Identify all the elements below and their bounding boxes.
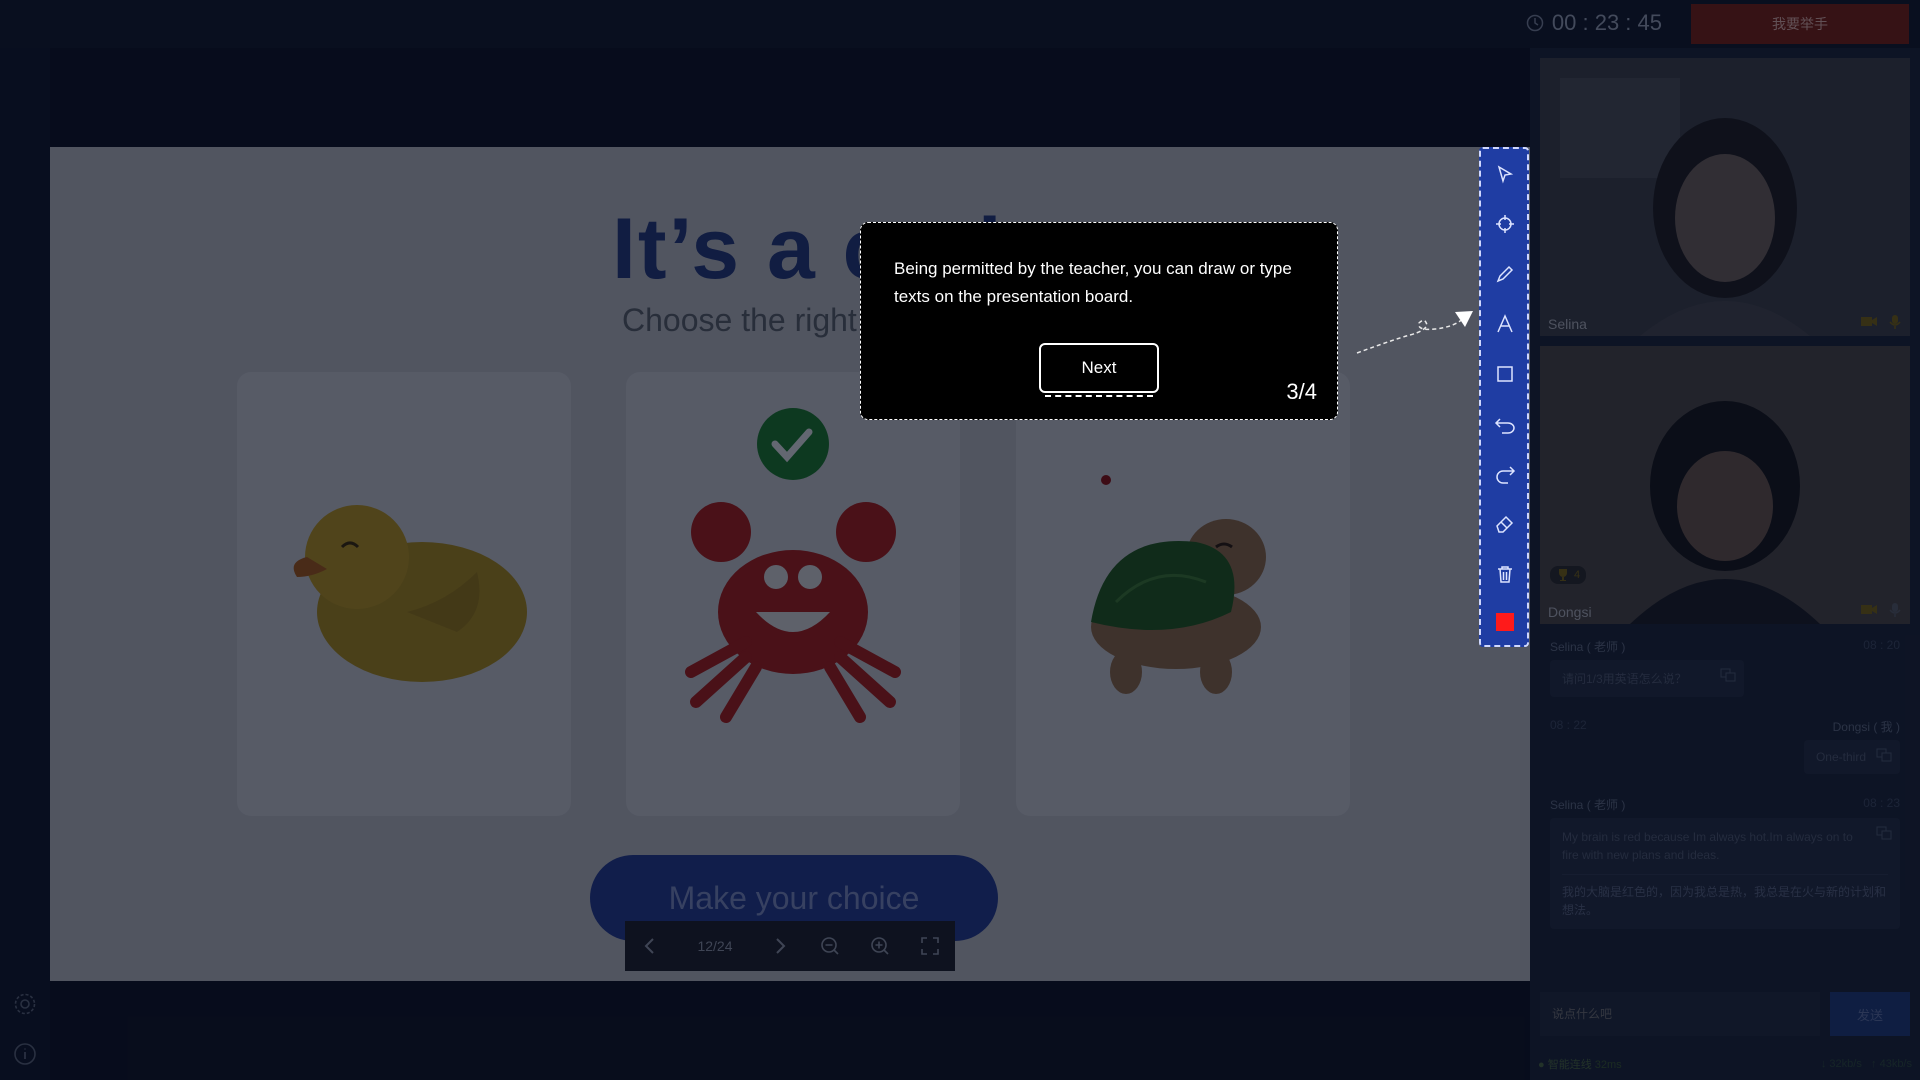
left-rail (0, 48, 50, 1080)
onboarding-tooltip: Being permitted by the teacher, you can … (860, 222, 1338, 420)
chevron-left-icon (644, 938, 654, 954)
video-tile-student: 4 Dongsi (1540, 346, 1910, 624)
next-page-button[interactable] (755, 921, 805, 971)
video-tile-teacher: Selina (1540, 58, 1910, 336)
teacher-video-image (1540, 58, 1910, 336)
connection-status: ● 智能连线 32ms (1538, 1059, 1622, 1071)
chat-input-row: 发送 (1540, 992, 1910, 1036)
message-text: 请问1/3用英语怎么说？ (1562, 672, 1687, 686)
message-sender: Dongsi ( 我 ) (1832, 720, 1900, 734)
chat-input[interactable] (1540, 992, 1820, 1036)
trophy-icon (1559, 569, 1567, 581)
message-bubble: 请问1/3用英语怎么说？ (1550, 660, 1744, 697)
crab-image (685, 408, 901, 723)
upload-speed: 43kb/s (1879, 1058, 1912, 1070)
network-status: ● 智能连线 32ms ↓ 32kb/s ↑ 43kb/s (1538, 1055, 1912, 1073)
zoom-in-button[interactable] (855, 921, 905, 971)
top-bar: 00 : 23 : 45 我要举手 (0, 0, 1920, 48)
send-button[interactable]: 发送 (1830, 992, 1910, 1036)
chat-message: 08 : 22 Dongsi ( 我 ) One-third (1540, 710, 1910, 788)
microphone-icon[interactable] (1888, 314, 1902, 330)
clock-icon (1526, 14, 1544, 32)
slide-pager: 12/24 (625, 921, 955, 971)
fullscreen-button[interactable] (905, 921, 955, 971)
translate-icon[interactable] (1720, 668, 1736, 682)
message-text: One-third (1815, 750, 1866, 764)
message-translation: 我的大脑是红色的，因为我总是热，我总是在火与新的计划和想法。 (1562, 885, 1887, 917)
video-name: Dongsi (1548, 604, 1592, 620)
next-button[interactable]: Next (1039, 343, 1159, 397)
message-sender: Selina ( 老师 ) (1550, 798, 1626, 812)
text-icon (1497, 314, 1513, 333)
pen-tool[interactable] (1492, 261, 1518, 287)
fullscreen-icon (921, 937, 939, 955)
redo-icon (1496, 466, 1516, 484)
message-bubble: One-third (1803, 740, 1900, 774)
chat-panel: Selina ( 老师 ) 08 : 20 请问1/3用英语怎么说？ 08 : … (1540, 630, 1910, 938)
laser-tool[interactable] (1492, 211, 1518, 237)
download-speed: 32kb/s (1829, 1058, 1862, 1070)
microphone-icon[interactable] (1888, 602, 1902, 618)
undo-button[interactable] (1492, 411, 1518, 437)
guide-arrow (1356, 311, 1473, 354)
zoom-in-icon (871, 937, 889, 955)
turtle-image (1091, 475, 1266, 694)
undo-icon (1494, 418, 1515, 434)
translate-icon[interactable] (1876, 826, 1892, 840)
ping-value: 32ms (1594, 1059, 1622, 1071)
chat-message: Selina ( 老师 ) 08 : 20 请问1/3用英语怎么说？ (1540, 630, 1910, 710)
shape-icon (1497, 366, 1513, 382)
page-indicator: 12/24 (697, 938, 733, 954)
clear-button[interactable] (1492, 561, 1518, 587)
color-icon (1496, 613, 1514, 631)
drawing-toolbar (1479, 147, 1529, 647)
stage-top-band (50, 48, 1530, 148)
shape-tool[interactable] (1492, 361, 1518, 387)
pointer-tool[interactable] (1492, 161, 1518, 187)
student-video-image (1540, 346, 1910, 624)
duck-image (293, 505, 527, 682)
message-bubble: My brain is red because Im always hot.Im… (1550, 818, 1900, 929)
camera-icon[interactable] (1860, 602, 1878, 616)
chevron-right-icon (776, 938, 786, 954)
message-sender: Selina ( 老师 ) (1550, 640, 1626, 654)
trophy-badge: 4 (1550, 566, 1587, 584)
translate-icon[interactable] (1876, 748, 1892, 762)
trash-icon (1498, 566, 1512, 583)
step-counter: 3/4 (1286, 379, 1317, 404)
laser-icon (1496, 215, 1514, 233)
zoom-out-icon (821, 937, 839, 955)
prev-page-button[interactable] (625, 921, 675, 971)
pen-icon (1496, 265, 1514, 283)
stage-bottom-band (50, 981, 1530, 1080)
text-tool[interactable] (1492, 311, 1518, 337)
timer-text: 00 : 23 : 45 (1551, 10, 1662, 35)
message-text: My brain is red because Im always hot.Im… (1562, 830, 1853, 862)
pointer-icon (1497, 165, 1514, 184)
choice-card-duck[interactable] (237, 372, 571, 816)
zoom-out-button[interactable] (805, 921, 855, 971)
camera-icon[interactable] (1860, 314, 1878, 328)
choice-card-crab[interactable] (626, 372, 960, 816)
trophy-count: 4 (1574, 569, 1581, 581)
gear-icon[interactable] (13, 992, 37, 1016)
info-icon[interactable] (13, 1042, 37, 1066)
eraser-icon (1496, 515, 1514, 533)
message-time: 08 : 22 (1550, 718, 1587, 732)
eraser-tool[interactable] (1492, 511, 1518, 537)
chat-message: Selina ( 老师 ) 08 : 23 My brain is red be… (1540, 788, 1910, 938)
raise-hand-button[interactable]: 我要举手 (1691, 4, 1909, 44)
choice-card-turtle[interactable] (1016, 372, 1350, 816)
connection-label: 智能连线 (1547, 1059, 1592, 1071)
tooltip-text: Being permitted by the teacher, you can … (894, 259, 1292, 306)
bandwidth: ↓ 32kb/s ↑ 43kb/s (1820, 1058, 1912, 1070)
message-time: 08 : 23 (1863, 796, 1900, 810)
class-timer: 00 : 23 : 45 (1526, 10, 1662, 36)
message-time: 08 : 20 (1863, 638, 1900, 652)
redo-button[interactable] (1492, 461, 1518, 487)
color-picker[interactable] (1492, 609, 1518, 635)
video-name: Selina (1548, 316, 1587, 332)
